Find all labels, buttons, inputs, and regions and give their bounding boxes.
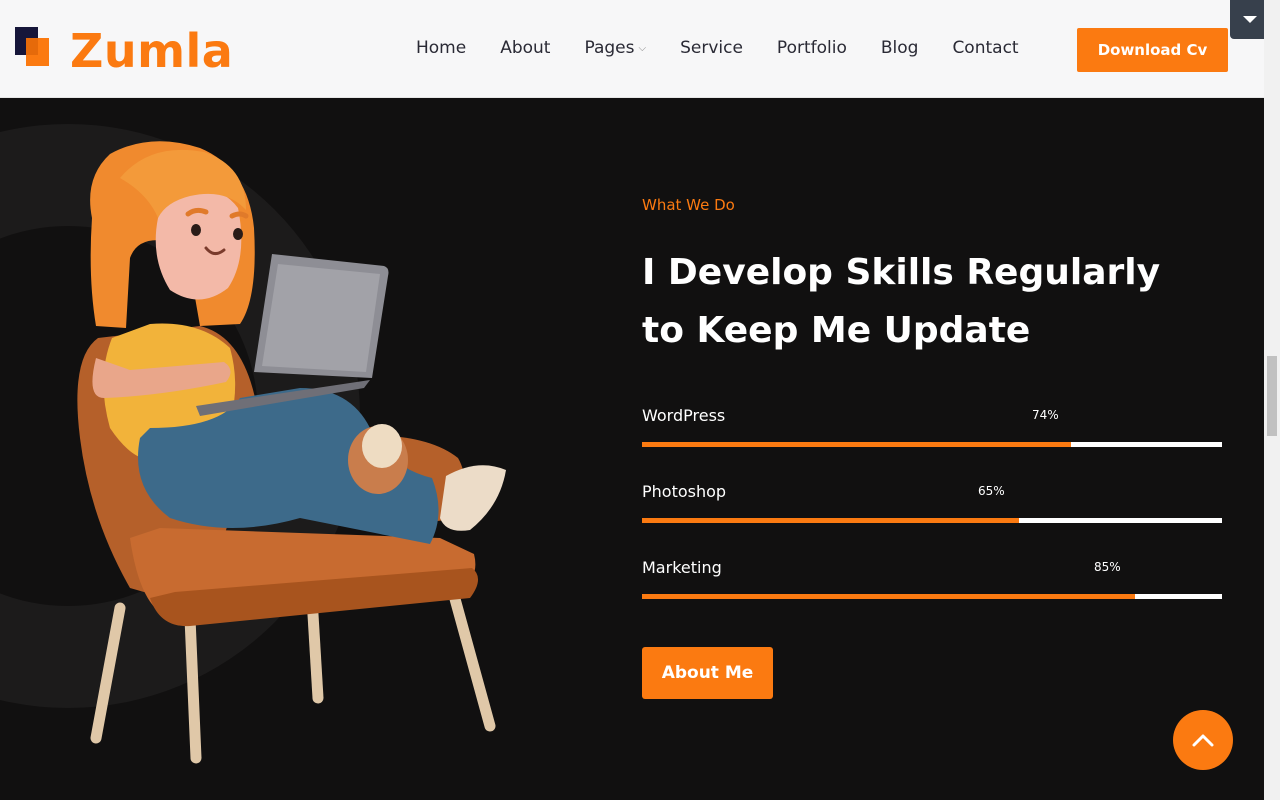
nav-contact[interactable]: Contact (952, 36, 1018, 62)
site-header: Zumla Home About Pages ⌵ Service Portfoli… (0, 0, 1264, 98)
nav-portfolio[interactable]: Portfolio (777, 36, 847, 62)
nav-blog[interactable]: Blog (881, 36, 919, 62)
nav-home[interactable]: Home (416, 36, 466, 62)
nav-about[interactable]: About (500, 36, 550, 62)
nav-pages[interactable]: Pages ⌵ (584, 36, 646, 62)
page-scrollbar[interactable] (1264, 0, 1280, 800)
headline-line-2: to Keep Me Update (642, 310, 1031, 351)
nav-service[interactable]: Service (680, 36, 743, 62)
main-nav: Home About Pages ⌵ Service Portfolio Blog… (416, 36, 1053, 62)
chevron-down-icon: ⌵ (638, 43, 647, 54)
shoe-right (440, 465, 506, 531)
back-to-top-button[interactable] (1173, 710, 1233, 770)
skill-bar-photoshop: Photoshop 65% (642, 481, 1222, 529)
skill-percent: 65% (978, 484, 1005, 498)
eye-right (233, 228, 243, 240)
skill-fill (642, 594, 1135, 599)
chevron-up-icon (1192, 734, 1214, 747)
download-cv-button[interactable]: Download Cv (1077, 28, 1228, 72)
skill-track (642, 442, 1222, 447)
about-me-button[interactable]: About Me (642, 647, 773, 699)
skill-percent: 74% (1032, 408, 1059, 422)
skill-fill (642, 442, 1072, 447)
skill-bar-marketing: Marketing 85% (642, 557, 1222, 605)
skill-bar-wordpress: WordPress 74% (642, 405, 1222, 453)
eye-left (191, 224, 201, 236)
headline-line-1: I Develop Skills Regularly (642, 252, 1161, 293)
skill-name: Photoshop (642, 482, 727, 501)
section-eyebrow: What We Do (642, 196, 735, 214)
skill-percent: 85% (1094, 560, 1121, 574)
skill-track (642, 518, 1222, 523)
section-headline: I Develop Skills Regularly to Keep Me Up… (642, 244, 1242, 360)
skill-name: Marketing (642, 558, 722, 577)
logo-mark-icon (14, 26, 52, 70)
caret-down-icon (1243, 16, 1257, 23)
brand-name: Zumla (70, 24, 234, 78)
scrollbar-thumb[interactable] (1267, 356, 1277, 436)
girl-on-chair-illustration (0, 124, 506, 764)
skill-name: WordPress (642, 406, 726, 425)
brand-logo[interactable]: Zumla (14, 24, 233, 78)
nav-pages-label: Pages (584, 38, 635, 58)
skill-fill (642, 518, 1019, 523)
skill-track (642, 594, 1222, 599)
